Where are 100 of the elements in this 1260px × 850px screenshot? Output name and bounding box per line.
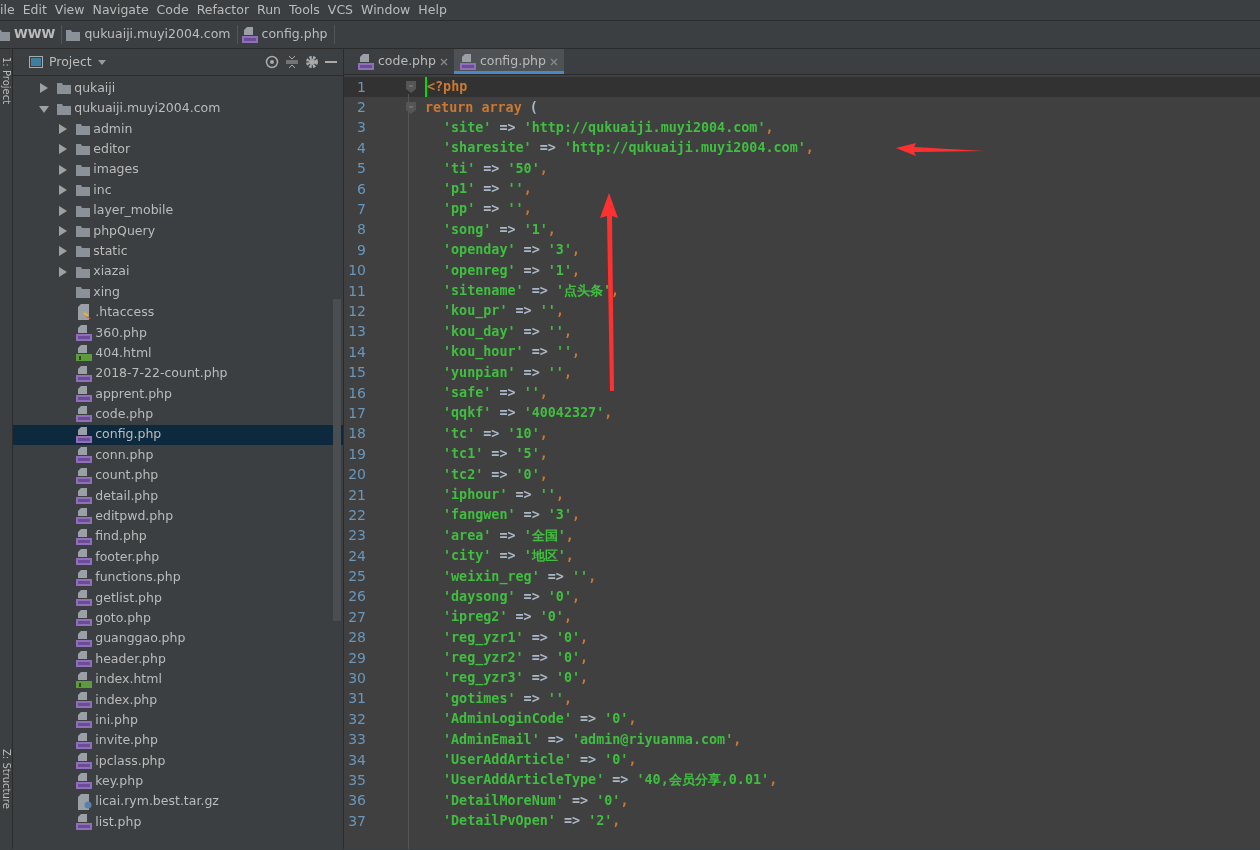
tree-item[interactable]: guanggao.php	[13, 628, 343, 649]
breadcrumb[interactable]: WWW	[14, 25, 56, 44]
tree-item[interactable]: ini.php	[13, 710, 343, 731]
code-line: 'AdminLoginCode' => '0',	[442, 710, 637, 729]
line-number: 34	[347, 750, 366, 770]
code-line: 'openday' => '3',	[442, 241, 581, 260]
locate-icon	[265, 55, 279, 69]
folder-icon	[57, 102, 72, 115]
tree-item[interactable]: conn.php	[13, 445, 343, 466]
tree-item[interactable]: licai.rym.best.tar.gz	[13, 791, 343, 813]
tree-item[interactable]: qukaiji	[13, 78, 343, 99]
tree-item[interactable]: ipclass.php	[13, 750, 343, 772]
menu-item[interactable]: Refactor	[192, 0, 254, 20]
tree-item[interactable]: qukuaiji.muyi2004.com	[13, 98, 343, 119]
tree-item[interactable]: find.php	[13, 526, 343, 547]
code-line: 'tc2' => '0',	[442, 465, 548, 484]
tree-item[interactable]: 404.html	[13, 343, 343, 364]
folder-icon	[76, 204, 91, 217]
tree-item[interactable]: xiazai	[13, 261, 343, 282]
tree-item[interactable]: static	[13, 241, 343, 262]
tree-item[interactable]: admin	[13, 118, 343, 140]
code-line: 'reg_yzr2' => '0',	[442, 649, 589, 668]
tree-item[interactable]: goto.php	[13, 608, 343, 629]
php-file-icon	[76, 569, 93, 586]
tree-item[interactable]: apprent.php	[13, 383, 343, 405]
collapse-arrow-icon	[39, 103, 49, 114]
tool-window-tab[interactable]: 1: Project	[0, 57, 12, 105]
config-file-icon	[76, 304, 93, 321]
tree-item[interactable]: footer.php	[13, 547, 343, 568]
code-line: 'reg_yzr3' => '0',	[442, 669, 589, 688]
tree-item[interactable]: images	[13, 159, 343, 180]
tree-item[interactable]: editpwd.php	[13, 506, 343, 527]
tree-item[interactable]: 360.php	[13, 322, 343, 344]
tree-item[interactable]: layer_mobile	[13, 200, 343, 221]
php-file-icon	[76, 691, 93, 708]
folder-icon	[76, 184, 91, 197]
php-file-icon	[76, 406, 93, 423]
tree-item[interactable]: count.php	[13, 465, 343, 486]
tree-item[interactable]: key.php	[13, 771, 343, 792]
php-file-icon	[76, 814, 93, 831]
line-number: 28	[347, 628, 366, 648]
php-file-icon	[76, 773, 93, 790]
menu-item[interactable]: VCS	[323, 0, 358, 20]
tree-item[interactable]: invite.php	[13, 730, 343, 751]
scrollbar[interactable]	[333, 299, 341, 621]
tree-item[interactable]: code.php	[13, 404, 343, 425]
line-number: 36	[347, 791, 366, 811]
folder-icon	[0, 28, 10, 41]
editor-tab[interactable]: config.php	[453, 49, 564, 74]
menu-item[interactable]: Tools	[285, 0, 324, 20]
breadcrumb[interactable]: qukuaiji.muyi2004.com	[84, 25, 231, 44]
menu-item[interactable]: Run	[253, 0, 286, 20]
menu-item[interactable]: View	[50, 0, 89, 20]
folder-icon	[66, 28, 81, 41]
menu-item[interactable]: Help	[414, 0, 451, 20]
tree-item[interactable]: 2018-7-22-count.php	[13, 363, 343, 384]
line-number: 3	[356, 118, 366, 138]
minimize-icon	[325, 60, 337, 64]
tree-item[interactable]: .htaccess	[13, 302, 343, 323]
tree-item[interactable]: detail.php	[13, 485, 343, 507]
editor-tab[interactable]: code.php	[352, 49, 454, 74]
tree-item[interactable]: index.php	[13, 689, 343, 711]
breadcrumb[interactable]: config.php	[261, 25, 328, 44]
code-line: 'kou_day' => '',	[442, 322, 572, 342]
menu-item[interactable]: Edit	[18, 0, 51, 20]
menu-item[interactable]: Code	[152, 0, 193, 20]
line-number: 26	[347, 587, 366, 607]
php-file-icon	[76, 610, 93, 627]
collapse-all-icon	[285, 55, 299, 69]
tree-item[interactable]: functions.php	[13, 567, 343, 588]
line-number: 35	[347, 771, 366, 790]
code-line: 'UserAddArticleType' => '40,会员分享,0.01',	[442, 771, 778, 790]
tree-item[interactable]: list.php	[13, 812, 343, 833]
line-number: 4	[356, 138, 366, 158]
tree-item[interactable]: header.php	[13, 648, 343, 670]
code-line: 'kou_pr' => '',	[442, 302, 564, 321]
php-file-icon	[76, 528, 93, 545]
menu-item[interactable]: Navigate	[88, 0, 153, 20]
menu-item[interactable]: ile	[0, 0, 19, 20]
expand-arrow-icon	[58, 266, 68, 277]
line-number: 17	[347, 403, 366, 423]
tool-window-tab[interactable]: Z: Structure	[0, 749, 12, 809]
tree-item[interactable]: xing	[13, 281, 343, 303]
line-number: 15	[347, 363, 366, 383]
line-number: 8	[356, 220, 366, 240]
code-line: 'DetailMoreNum' => '0',	[442, 791, 629, 810]
panel-title[interactable]: Project	[49, 52, 92, 72]
line-number: 18	[347, 424, 366, 444]
menu-item[interactable]: Window	[357, 0, 415, 20]
code-line: 'openreg' => '1',	[442, 261, 581, 280]
tree-item[interactable]: config.php	[13, 424, 343, 446]
code-line: 'fangwen' => '3',	[442, 506, 581, 525]
tree-item[interactable]: index.html	[13, 669, 343, 690]
tree-item[interactable]: editor	[13, 139, 343, 160]
close-icon	[439, 57, 448, 66]
folder-icon	[76, 122, 91, 135]
line-number: 2	[356, 98, 366, 118]
tree-item[interactable]: inc	[13, 179, 343, 201]
tree-item[interactable]: getlist.php	[13, 587, 343, 609]
tree-item[interactable]: phpQuery	[13, 220, 343, 242]
